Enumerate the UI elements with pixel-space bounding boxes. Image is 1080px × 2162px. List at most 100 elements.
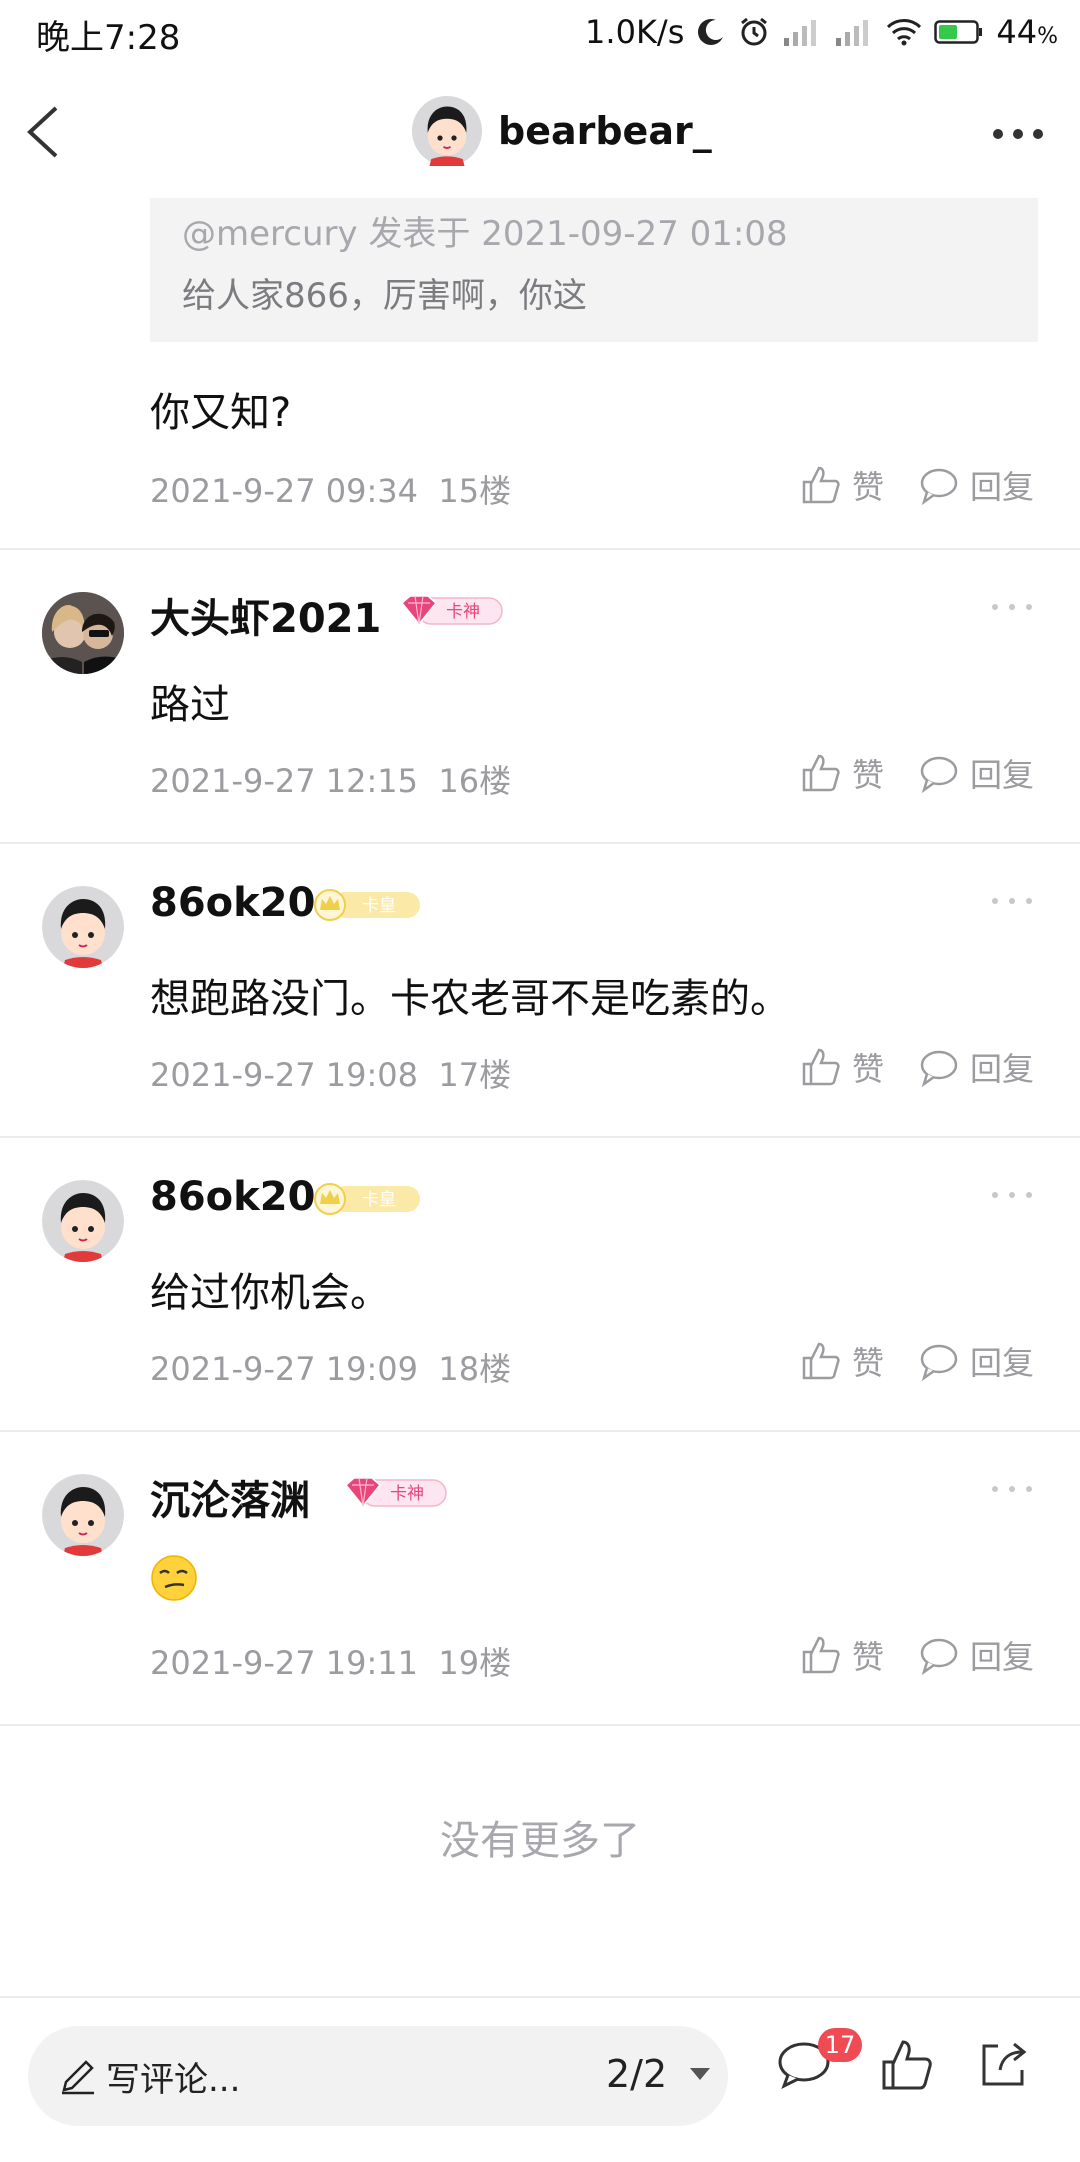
avatar[interactable] xyxy=(42,1474,124,1556)
post-time: 2021-9-27 12:15 xyxy=(150,762,418,800)
avatar[interactable] xyxy=(42,592,124,674)
username[interactable]: 86ok20 xyxy=(150,880,315,926)
svg-text:卡神: 卡神 xyxy=(390,1484,424,1504)
comment-meta: 2021-9-27 19:09 18楼 xyxy=(150,1344,511,1390)
thumbs-up-icon xyxy=(802,1342,840,1380)
floor-number: 15楼 xyxy=(438,472,512,510)
battery-level: 44% xyxy=(996,13,1058,51)
write-comment-input[interactable]: 写评论... 2/2 xyxy=(28,2026,728,2126)
page-title: bearbear_ xyxy=(498,109,712,153)
comment-item: 沉沦落渊 卡神 2021-9-27 19:11 19楼 赞 回复 xyxy=(0,1432,1080,1724)
comment-icon xyxy=(920,468,958,506)
username[interactable]: 86ok20 xyxy=(150,1174,315,1220)
username[interactable]: 沉沦落渊 xyxy=(150,1468,310,1526)
post-time: 2021-9-27 19:11 xyxy=(150,1644,418,1682)
reply-button[interactable]: 回复 xyxy=(918,1338,1034,1384)
reply-meta: 2021-9-27 09:34 15楼 xyxy=(150,466,511,512)
gem-badge-icon: 卡神 xyxy=(400,595,503,626)
reply-label: 回复 xyxy=(970,1638,1035,1676)
quoted-post-meta: @mercury 发表于 2021-09-27 01:08 xyxy=(182,214,788,254)
reply-label: 回复 xyxy=(970,1050,1035,1088)
like-button[interactable]: 赞 xyxy=(800,462,884,508)
reply-label: 回复 xyxy=(970,1344,1035,1382)
svg-text:卡皇: 卡皇 xyxy=(362,896,396,916)
reply-text: 你又知? xyxy=(150,390,292,436)
like-label: 赞 xyxy=(852,468,885,506)
comment-meta: 2021-9-27 19:11 19楼 xyxy=(150,1638,511,1684)
more-icon[interactable] xyxy=(990,1190,1034,1200)
post-time: 2021-9-27 09:34 xyxy=(150,472,418,510)
reply-button[interactable]: 回复 xyxy=(918,462,1034,508)
status-time: 晚上7:28 xyxy=(36,18,181,58)
svg-text:卡皇: 卡皇 xyxy=(362,1190,396,1210)
pencil-icon xyxy=(62,2060,94,2095)
avatar[interactable] xyxy=(42,1180,124,1262)
more-icon[interactable] xyxy=(990,1484,1034,1494)
crown-badge-icon: 卡皇 xyxy=(314,889,420,921)
floor-number: 17楼 xyxy=(438,1056,512,1094)
like-button[interactable]: 赞 xyxy=(800,1338,884,1384)
like-button[interactable]: 赞 xyxy=(800,1632,884,1678)
like-label: 赞 xyxy=(852,1344,885,1382)
thumbs-up-icon xyxy=(802,1636,840,1674)
like-label: 赞 xyxy=(852,756,885,794)
more-icon[interactable] xyxy=(990,602,1034,612)
reply-button[interactable]: 回复 xyxy=(918,1044,1034,1090)
comment-icon xyxy=(920,1050,958,1088)
alarm-icon xyxy=(738,16,770,48)
network-speed: 1.0K/s xyxy=(585,13,685,51)
quoted-post[interactable]: @mercury 发表于 2021-09-27 01:08 给人家866，厉害啊… xyxy=(150,198,1038,342)
status-icons: 1.0K/s 44% xyxy=(585,10,1058,54)
reply-button[interactable]: 回复 xyxy=(918,1632,1034,1678)
comment-text: 给过你机会。 xyxy=(150,1270,390,1316)
comment-text: 想跑路没门。卡农老哥不是吃素的。 xyxy=(150,976,790,1022)
comment-meta: 2021-9-27 19:08 17楼 xyxy=(150,1050,511,1096)
top-nav: bearbear_ xyxy=(0,62,1080,202)
thumbs-up-icon xyxy=(802,466,840,504)
comment-item: 86ok20 卡皇 想跑路没门。卡农老哥不是吃素的。 2021-9-27 19:… xyxy=(0,844,1080,1136)
like-button[interactable]: 赞 xyxy=(800,750,884,796)
back-icon xyxy=(27,106,58,158)
comment-count-badge: 17 xyxy=(818,2028,862,2062)
bottom-bar: 写评论... 2/2 17 xyxy=(0,1996,1080,2162)
like-button[interactable]: 赞 xyxy=(800,1044,884,1090)
comment-icon xyxy=(920,756,958,794)
divider xyxy=(0,1724,1080,1726)
status-bar: 晚上7:28 1.0K/s 44% xyxy=(0,0,1080,62)
comment-item: 86ok20 卡皇 给过你机会。 2021-9-27 19:09 18楼 赞 回… xyxy=(0,1138,1080,1430)
more-icon[interactable] xyxy=(990,896,1034,906)
like-label: 赞 xyxy=(852,1050,885,1088)
more-button[interactable] xyxy=(992,124,1044,144)
comment-icon xyxy=(920,1638,958,1676)
dropdown-icon[interactable] xyxy=(688,2066,712,2082)
crown-badge-icon: 卡皇 xyxy=(314,1183,420,1215)
quoted-post-text: 给人家866，厉害啊，你这 xyxy=(182,276,587,316)
comment-placeholder: 写评论... xyxy=(106,2060,241,2100)
signal-icon xyxy=(782,18,822,46)
back-button[interactable] xyxy=(20,100,70,164)
comment-text: 路过 xyxy=(150,682,230,728)
share-icon[interactable] xyxy=(976,2038,1030,2092)
comment-item: 大头虾2021 卡神 路过 2021-9-27 12:15 16楼 赞 回复 xyxy=(0,550,1080,842)
no-more-label: 没有更多了 xyxy=(440,1818,640,1864)
reply-label: 回复 xyxy=(970,756,1035,794)
thumbs-up-icon[interactable] xyxy=(880,2038,934,2092)
post-time: 2021-9-27 19:09 xyxy=(150,1350,418,1388)
battery-icon xyxy=(934,18,984,46)
thumbs-up-icon xyxy=(802,1048,840,1086)
thumbs-up-icon xyxy=(802,754,840,792)
comment-icon xyxy=(920,1344,958,1382)
header-user[interactable]: bearbear_ xyxy=(412,96,712,166)
wifi-icon xyxy=(886,18,922,46)
floor-number: 19楼 xyxy=(438,1644,512,1682)
comment-meta: 2021-9-27 12:15 16楼 xyxy=(150,756,511,802)
smirk-emoji-icon xyxy=(151,1555,197,1601)
reply-button[interactable]: 回复 xyxy=(918,750,1034,796)
more-icon xyxy=(993,129,1043,139)
like-label: 赞 xyxy=(852,1638,885,1676)
avatar[interactable] xyxy=(42,886,124,968)
post-time: 2021-9-27 19:08 xyxy=(150,1056,418,1094)
page-indicator[interactable]: 2/2 xyxy=(606,2052,667,2096)
floor-number: 18楼 xyxy=(438,1350,512,1388)
username[interactable]: 大头虾2021 xyxy=(150,586,381,644)
